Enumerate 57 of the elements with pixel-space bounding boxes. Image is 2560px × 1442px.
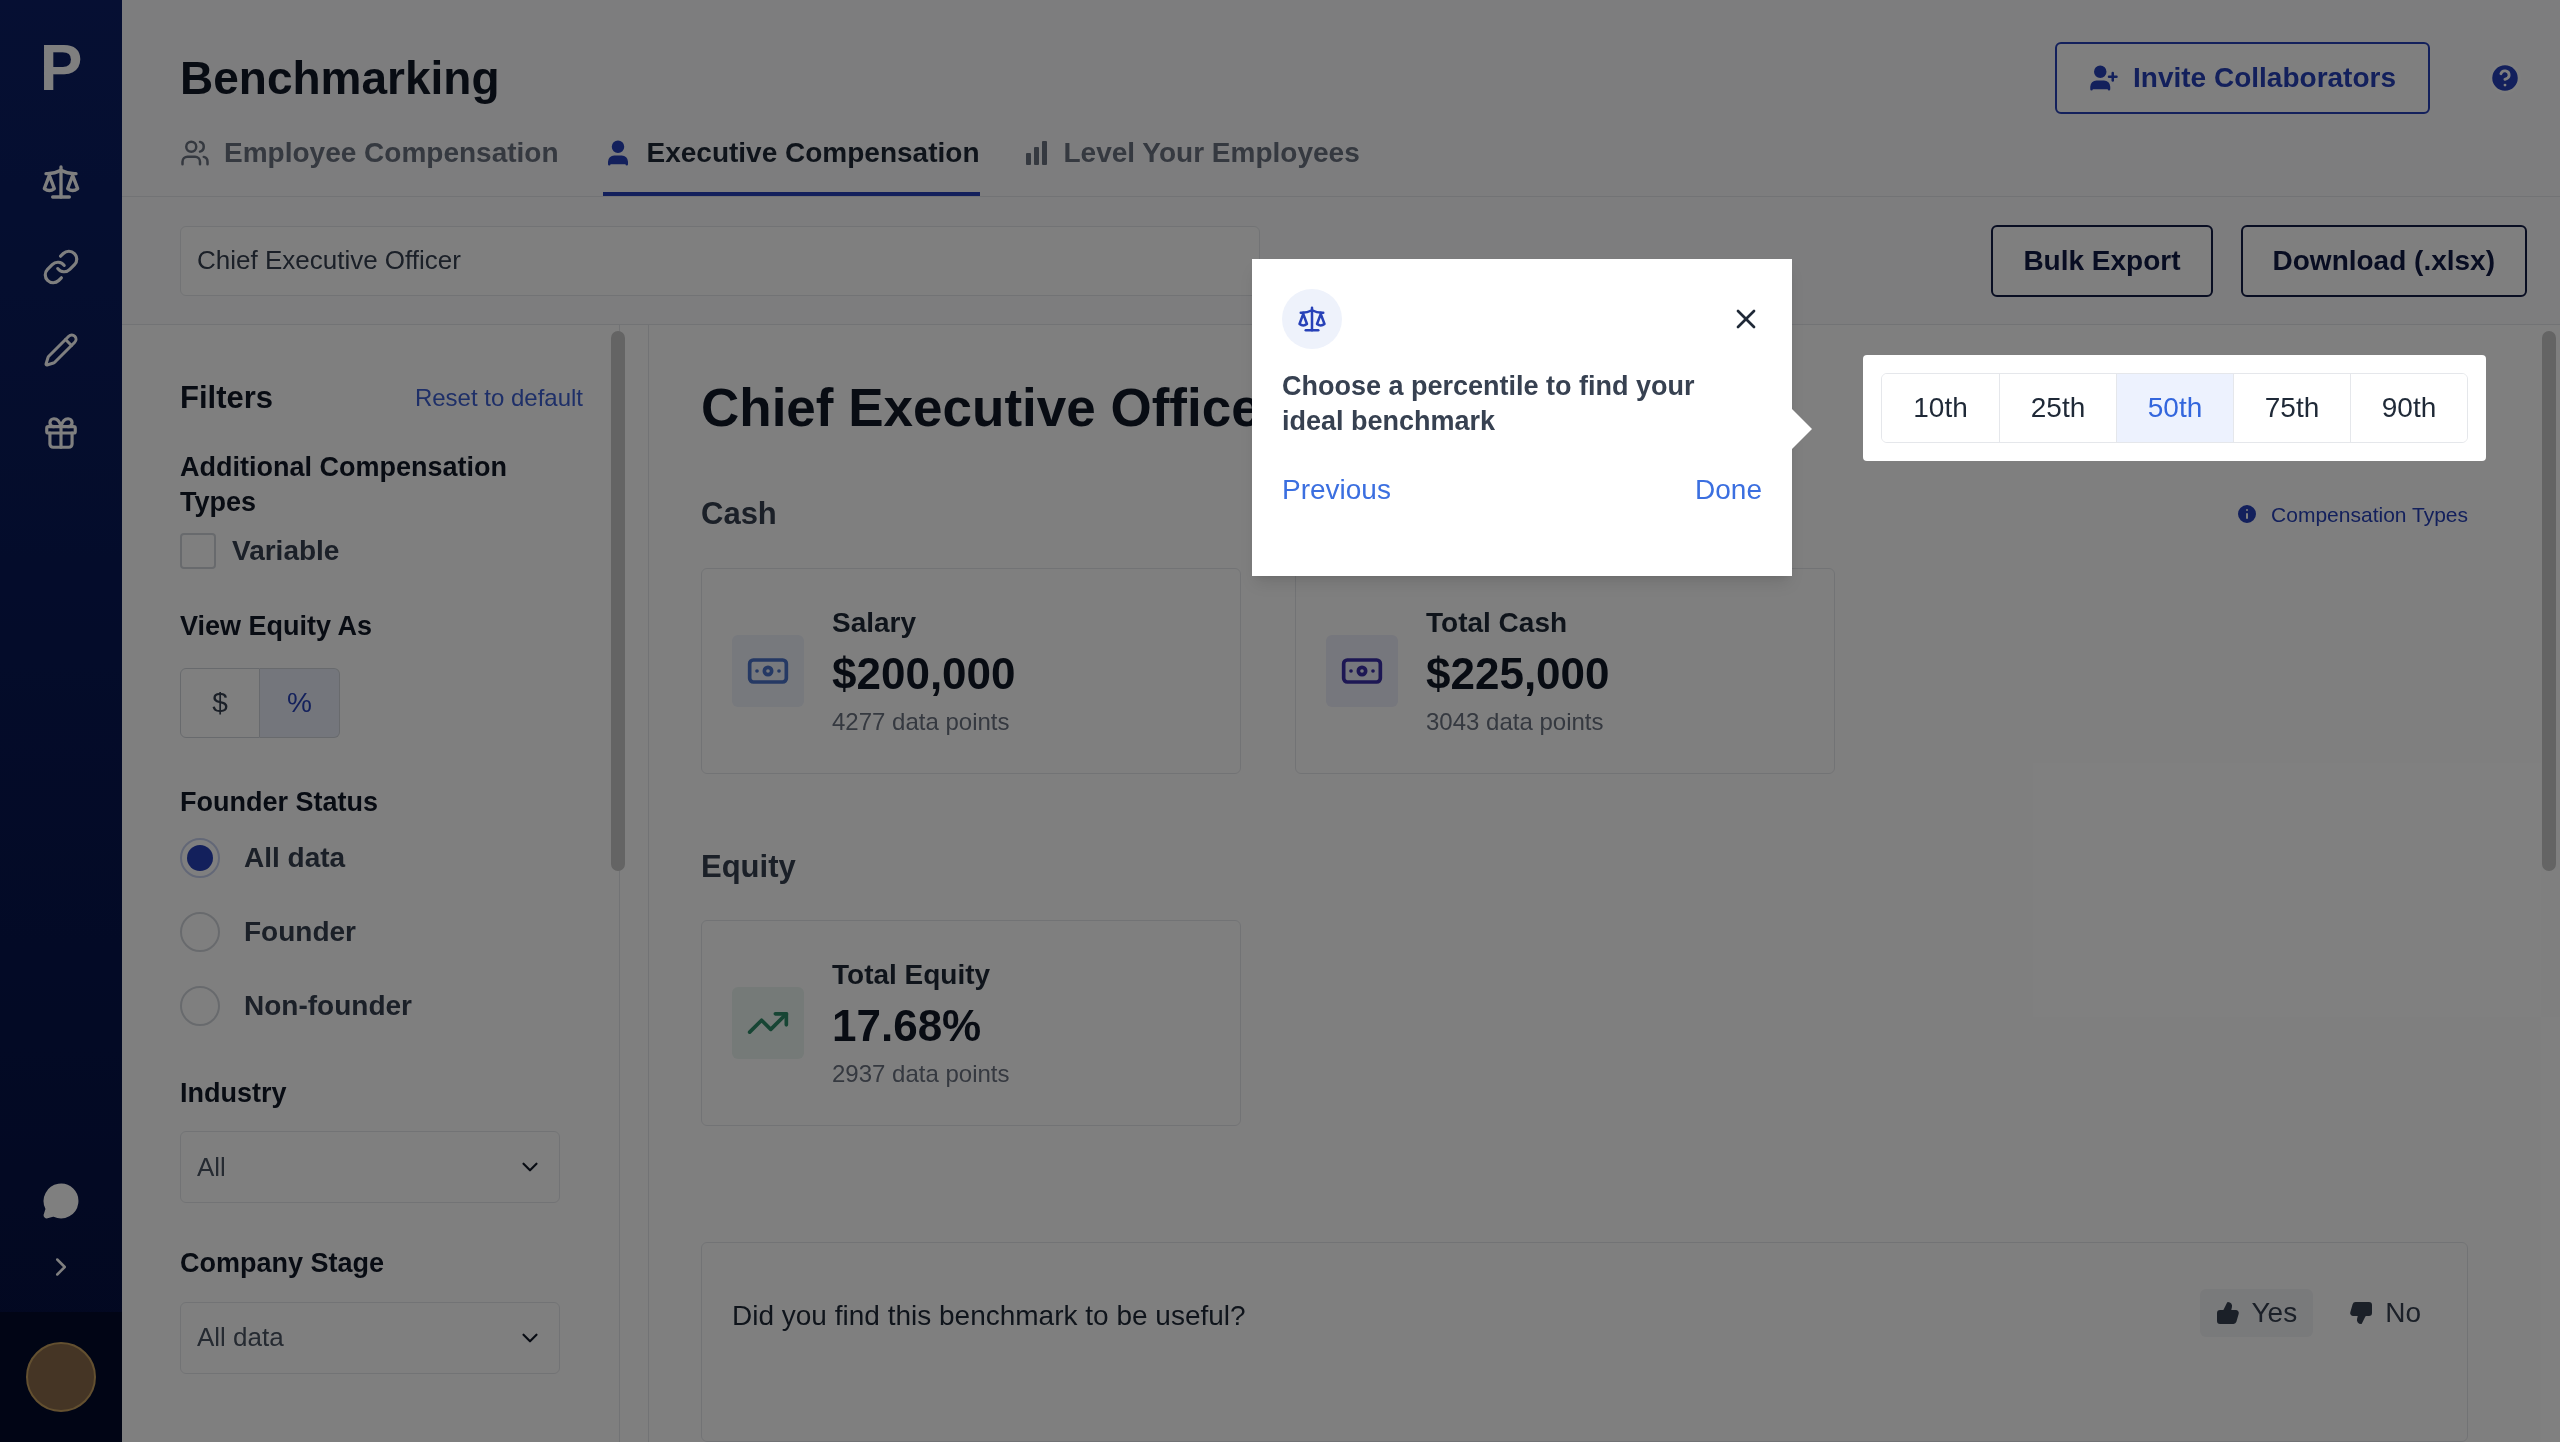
money-icon <box>732 634 804 707</box>
section-label: Additional Compensation Types <box>180 450 508 519</box>
invite-collaborators-button[interactable]: Invite Collaborators <box>2055 42 2430 114</box>
select-dropdown[interactable]: All <box>180 1131 560 1203</box>
filters-title: Filters <box>180 379 274 417</box>
trending-up-icon <box>732 987 804 1059</box>
section-title: Cash <box>701 495 777 533</box>
stat-value: $225,000 <box>1426 647 1610 700</box>
section-label: Industry <box>180 1076 288 1110</box>
thumbs-down-icon <box>2349 1301 2374 1325</box>
no-button[interactable]: No <box>2333 1289 2437 1337</box>
stat-label: Salary <box>832 605 918 640</box>
checkbox-label: Variable <box>232 533 340 568</box>
section-title: Equity <box>701 847 796 886</box>
stat-label: Total Equity <box>832 958 992 992</box>
people-icon <box>180 138 210 168</box>
tab[interactable]: Employee Compensation <box>180 132 559 196</box>
reset-link[interactable]: Reset to default <box>414 380 583 417</box>
bar-chart-icon <box>1023 141 1050 165</box>
section-label: View Equity As <box>180 609 374 643</box>
percentile-option[interactable]: 90th <box>2350 374 2467 442</box>
radio-label: All data <box>244 840 346 875</box>
data-points: 3043 data points <box>1426 706 1605 737</box>
compensation-types-link[interactable]: Compensation Types <box>2235 498 2468 530</box>
previous-button[interactable]: Previous <box>1282 469 1391 511</box>
data-points: 4277 data points <box>832 706 1011 737</box>
select-dropdown[interactable]: All data <box>180 1301 560 1374</box>
add-user-icon <box>2089 63 2120 93</box>
radio-button[interactable] <box>180 837 220 878</box>
thumbs-up-icon <box>2215 1301 2240 1325</box>
section-label: Founder Status <box>180 786 379 819</box>
done-button[interactable]: Done <box>1695 469 1762 511</box>
data-points: 2937 data points <box>832 1059 1010 1089</box>
stat-label: Total Cash <box>1426 605 1569 640</box>
tour-text: Choose a percentile to find your ideal benchmark <box>1282 370 1696 438</box>
gift-icon[interactable] <box>42 414 80 452</box>
money-icon <box>1326 634 1398 707</box>
export-button[interactable]: Bulk Export <box>1991 224 2213 297</box>
radio-label: Founder <box>244 914 356 949</box>
search-field[interactable]: Chief Executive Officer <box>180 225 1260 296</box>
chat-icon[interactable] <box>42 1182 80 1220</box>
scale-icon[interactable] <box>41 162 81 202</box>
section-label: Company Stage <box>180 1247 386 1280</box>
logo[interactable]: P <box>39 36 83 100</box>
tab[interactable]: Level Your Employees <box>1023 132 1360 196</box>
export-button[interactable]: Download (.xlsx) <box>2240 224 2527 297</box>
equity-toggle-option[interactable]: % <box>260 668 340 738</box>
pencil-icon[interactable] <box>43 332 79 368</box>
yes-button[interactable]: Yes <box>2199 1289 2314 1337</box>
percentile-option[interactable]: 50th <box>2116 374 2233 442</box>
radio-label: Non-founder <box>244 988 412 1023</box>
role-title: Chief Executive Office <box>701 377 1261 440</box>
stat-value: 17.68% <box>832 1000 983 1052</box>
link-icon[interactable] <box>42 248 80 286</box>
feedback-question: Did you find this benchmark to be useful? <box>732 1299 1246 1333</box>
equity-toggle-option[interactable]: $ <box>180 668 260 738</box>
stat-value: $200,000 <box>832 647 1016 700</box>
